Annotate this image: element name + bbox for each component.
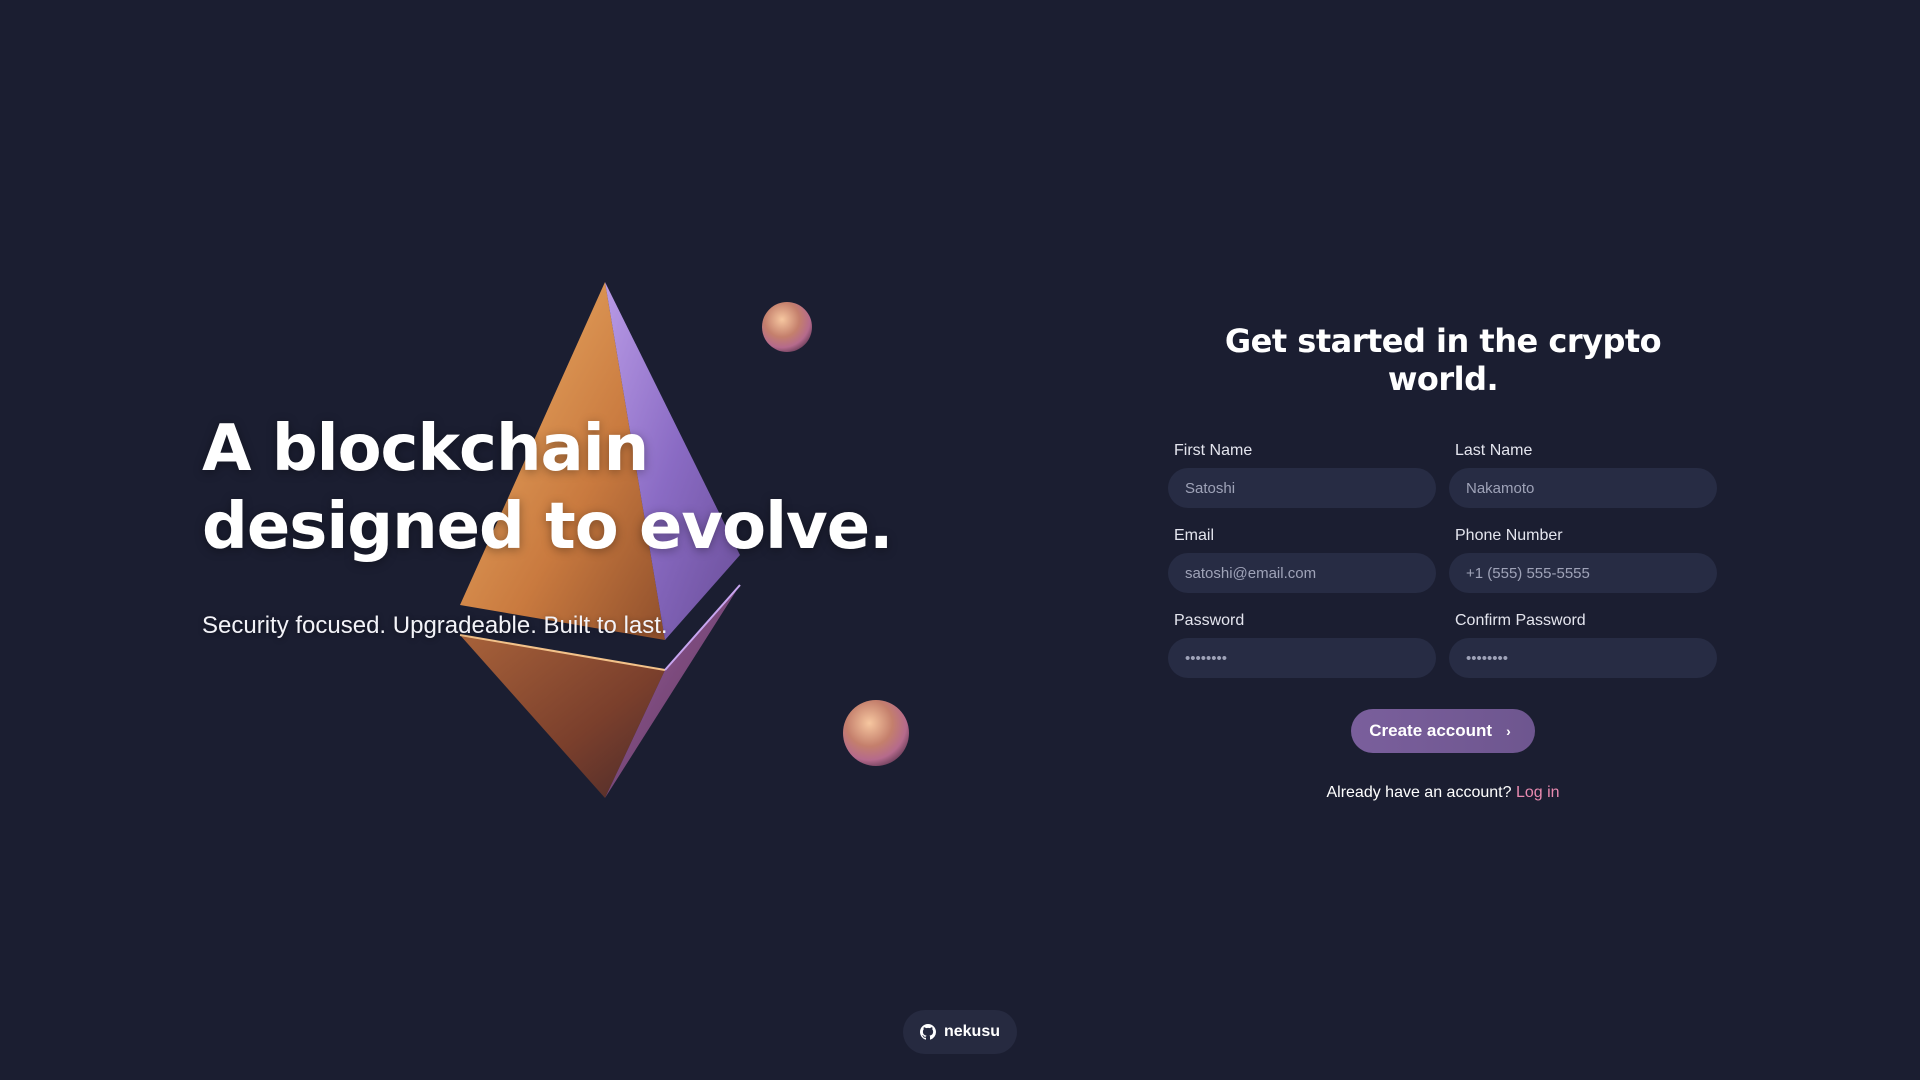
confirm-password-field: Confirm Password <box>1449 612 1717 678</box>
form-fields-grid: First Name Last Name Email Phone Number … <box>1168 442 1718 678</box>
email-field: Email <box>1168 527 1436 593</box>
login-link[interactable]: Log in <box>1516 784 1560 801</box>
github-icon <box>919 1024 936 1040</box>
login-prompt-line: Already have an account? Log in <box>1168 784 1718 802</box>
confirm-password-input[interactable] <box>1449 638 1717 678</box>
email-input[interactable] <box>1168 553 1436 593</box>
first-name-label: First Name <box>1174 442 1253 459</box>
last-name-input[interactable] <box>1449 468 1717 508</box>
email-label: Email <box>1174 527 1215 544</box>
password-input[interactable] <box>1168 638 1436 678</box>
create-account-button[interactable]: Create account › <box>1351 709 1535 753</box>
github-badge[interactable]: nekusu <box>903 1010 1017 1054</box>
crystal-lower-left-face <box>460 635 665 798</box>
phone-field: Phone Number <box>1449 527 1717 593</box>
form-title: Get started in the crypto world. <box>1224 322 1662 398</box>
signup-form: Get started in the crypto world. First N… <box>1168 322 1718 802</box>
phone-label: Phone Number <box>1455 527 1563 544</box>
first-name-input[interactable] <box>1168 468 1436 508</box>
chevron-right-icon: › <box>1506 723 1511 739</box>
hero-headline: A blockchain designed to evolve. <box>202 412 893 564</box>
submit-wrap: Create account › <box>1168 709 1718 753</box>
hero-subline: Security focused. Upgradeable. Built to … <box>202 612 668 639</box>
last-name-field: Last Name <box>1449 442 1717 508</box>
gem-sphere-bottom <box>843 700 909 766</box>
hero-section: A blockchain designed to evolve. Securit… <box>202 410 982 640</box>
first-name-field: First Name <box>1168 442 1436 508</box>
gem-sphere-top <box>762 302 812 352</box>
github-label: nekusu <box>943 1023 1000 1040</box>
phone-input[interactable] <box>1449 553 1717 593</box>
create-account-label: Create account <box>1369 721 1493 740</box>
last-name-label: Last Name <box>1455 442 1533 459</box>
signup-page: A blockchain designed to evolve. Securit… <box>0 0 1920 1080</box>
login-prompt: Already have an account? <box>1326 784 1512 801</box>
password-field: Password <box>1168 612 1436 678</box>
confirm-password-label: Confirm Password <box>1455 612 1586 629</box>
password-label: Password <box>1174 612 1245 629</box>
